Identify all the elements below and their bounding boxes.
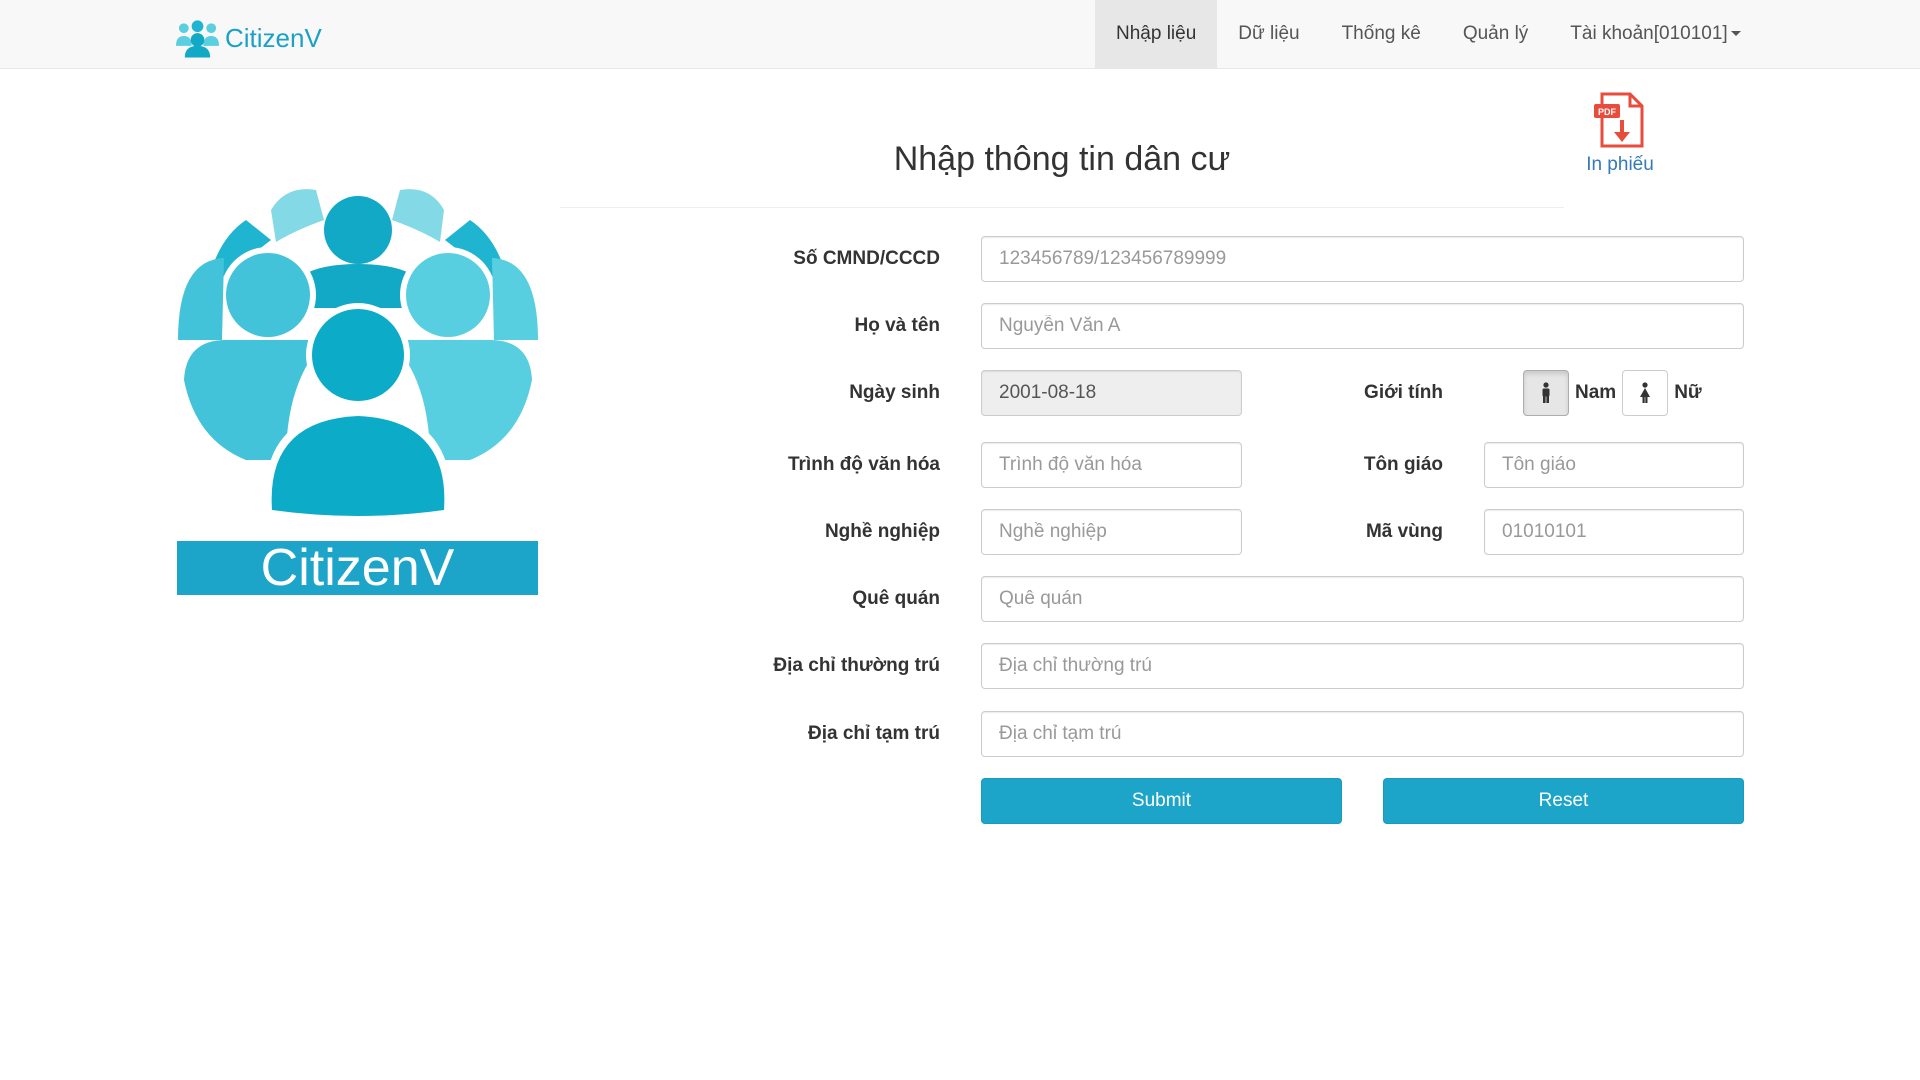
nav-item-nhap-lieu[interactable]: Nhập liệu: [1095, 0, 1218, 68]
reset-button[interactable]: Reset: [1383, 778, 1744, 824]
citizenv-logo-image: [178, 189, 538, 520]
nav-account-dropdown[interactable]: Tài khoản[010101]: [1549, 0, 1761, 68]
dob-label: Ngày sinh: [849, 382, 940, 403]
cmnd-input[interactable]: [981, 236, 1744, 282]
svg-text:PDF: PDF: [1598, 107, 1617, 117]
hometown-input[interactable]: [981, 576, 1744, 622]
region-label: Mã vùng: [1365, 521, 1443, 542]
cmnd-label: Số CMND/CCCD: [793, 248, 940, 269]
job-label: Nghề nghiệp: [824, 521, 940, 542]
submit-button[interactable]: Submit: [981, 778, 1342, 824]
gender-female-button[interactable]: [1622, 370, 1669, 416]
title-divider: [560, 207, 1564, 208]
print-pdf-link[interactable]: PDF In phiếu: [1578, 90, 1662, 176]
religion-input[interactable]: [1484, 442, 1744, 488]
region-input[interactable]: [1484, 509, 1744, 555]
name-input[interactable]: [981, 303, 1744, 349]
top-navbar: CitizenV Nhập liệu Dữ liệu Thống kê Quản…: [0, 0, 1920, 69]
pdf-download-icon: PDF: [1594, 92, 1644, 148]
nav-item-quan-ly[interactable]: Quản lý: [1442, 0, 1549, 68]
page-title: Nhập thông tin dân cư: [893, 140, 1231, 178]
male-icon: [1542, 382, 1550, 403]
brand-name: CitizenV: [225, 22, 322, 53]
permanent-address-input[interactable]: [981, 643, 1744, 689]
main-nav: Nhập liệu Dữ liệu Thống kê Quản lý Tài k…: [1095, 0, 1762, 68]
hometown-label: Quê quán: [852, 588, 940, 609]
education-input[interactable]: [981, 442, 1242, 488]
job-input[interactable]: [981, 509, 1242, 555]
print-pdf-label: In phiếu: [1586, 154, 1654, 175]
nav-item-du-lieu[interactable]: Dữ liệu: [1217, 0, 1320, 68]
gender-male-label: Nam: [1575, 382, 1617, 403]
people-group-icon: [176, 20, 219, 58]
account-label: Tài khoản[010101]: [1570, 23, 1728, 44]
gender-male-button[interactable]: [1523, 370, 1569, 416]
gender-label: Giới tính: [1364, 382, 1443, 403]
permanent-address-label: Địa chỉ thường trú: [773, 655, 940, 676]
gender-toggle-group: Nam Nữ: [1523, 370, 1708, 416]
logo-banner: CitizenV: [177, 541, 538, 595]
dob-input[interactable]: [981, 370, 1242, 416]
nav-item-thong-ke[interactable]: Thống kê: [1321, 0, 1442, 68]
name-label: Họ và tên: [854, 315, 940, 336]
temporary-address-label: Địa chỉ tạm trú: [808, 723, 940, 744]
brand-link[interactable]: CitizenV: [176, 18, 322, 58]
education-label: Trình độ văn hóa: [787, 454, 940, 475]
caret-down-icon: [1730, 31, 1741, 37]
temporary-address-input[interactable]: [981, 711, 1744, 757]
religion-label: Tôn giáo: [1363, 454, 1443, 475]
female-icon: [1640, 382, 1651, 403]
gender-female-label: Nữ: [1674, 382, 1702, 403]
